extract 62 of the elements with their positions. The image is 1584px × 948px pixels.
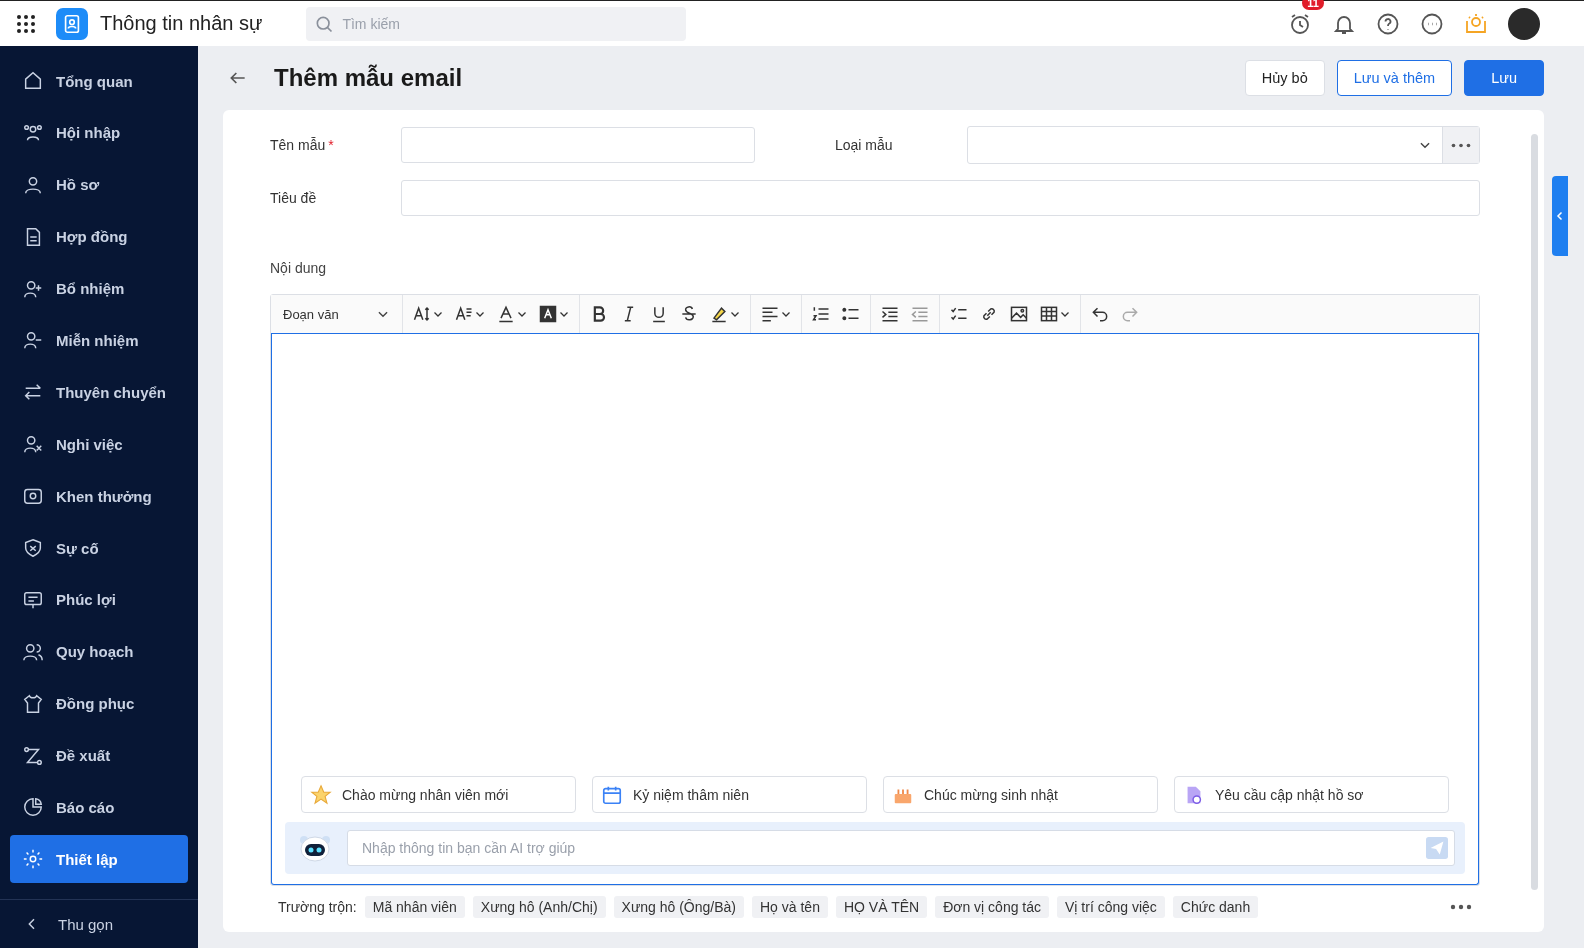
merge-field-chip[interactable]: Họ và tên: [752, 896, 828, 918]
template-name-input[interactable]: [401, 127, 755, 163]
pie-chart-icon: [22, 796, 44, 819]
merge-fields-label: Trường trộn:: [278, 899, 357, 915]
robot-mascot-icon: [299, 834, 331, 862]
search-field[interactable]: Tìm kiếm: [306, 6, 687, 41]
sidebar-item[interactable]: Hội nhập: [10, 108, 188, 157]
side-panel-toggle[interactable]: [1552, 176, 1568, 256]
home-icon: [22, 70, 44, 92]
merge-field-chip[interactable]: Vị trí công việc: [1057, 896, 1165, 918]
sidebar-item[interactable]: Báo cáo: [10, 783, 188, 832]
shirt-icon: [22, 692, 44, 715]
merge-field-chip[interactable]: Chức danh: [1172, 896, 1259, 918]
star-icon: [310, 783, 332, 806]
merge-field-chip[interactable]: Xưng hô (Ông/Bà): [613, 896, 744, 918]
more-icon[interactable]: [1451, 142, 1471, 148]
avatar[interactable]: [1508, 7, 1540, 40]
editor-area[interactable]: Chào mừng nhân viên mới Kỷ niệm thâm niên Chúc mừng sinh nhật Yêu cầu cập nhật hồ sơ Nhập thông tin bạn cần AI trợ giúp: [271, 334, 1479, 885]
app-title: Thông tin nhân sự: [100, 12, 263, 35]
suggestion-chip[interactable]: Chào mừng nhân viên mới: [301, 776, 576, 813]
merge-field-chip[interactable]: Đơn vị công tác: [935, 896, 1050, 918]
page-title: Thêm mẫu email: [274, 64, 464, 92]
sidebar-item[interactable]: Phúc lợi: [10, 575, 188, 624]
help-icon[interactable]: [1376, 11, 1400, 36]
scrollbar[interactable]: [1531, 134, 1538, 890]
app-grid-icon[interactable]: [16, 13, 36, 34]
sidebar-item[interactable]: Đồng phục: [10, 679, 188, 728]
shield-icon: [22, 537, 44, 559]
field-label: Nội dung: [270, 260, 328, 276]
sidebar-item[interactable]: Bổ nhiệm: [10, 264, 188, 313]
sidebar-item[interactable]: Tổng quan: [10, 57, 188, 105]
sidebar-item[interactable]: Quy hoạch: [10, 627, 188, 676]
merge-field-chip[interactable]: Xưng hô (Anh/Chị): [472, 896, 606, 918]
save-and-add-button[interactable]: Lưu và thêm: [1336, 60, 1453, 96]
sidebar-item[interactable]: Khen thưởng: [10, 472, 188, 521]
cancel-button[interactable]: Hủy bỏ: [1244, 60, 1325, 96]
suggestion-chip[interactable]: Chúc mừng sinh nhật: [883, 776, 1158, 813]
sidebar-item[interactable]: Thiết lập: [10, 835, 188, 884]
suggestion-chip[interactable]: Kỷ niệm thâm niên: [592, 776, 867, 813]
more-icon[interactable]: [1420, 11, 1444, 36]
settings-icon: [22, 848, 44, 871]
field-label: Loại mẫu: [835, 137, 894, 153]
sidebar-item[interactable]: Miễn nhiệm: [10, 316, 188, 365]
sidebar-item[interactable]: Hợp đồng: [10, 212, 188, 261]
merge-field-chip[interactable]: HỌ VÀ TÊN: [835, 896, 928, 918]
save-button[interactable]: Lưu: [1464, 60, 1544, 96]
ai-prompt-input[interactable]: Nhập thông tin bạn cần AI trợ giúp: [347, 830, 1455, 866]
subject-input[interactable]: [401, 180, 1480, 216]
paragraph-format-dropdown[interactable]: Đoạn văn: [271, 295, 403, 333]
suggestion-chip[interactable]: Yêu cầu cập nhật hồ sơ: [1174, 776, 1449, 813]
merge-field-chip[interactable]: Mã nhân viên: [364, 896, 465, 918]
more-icon[interactable]: [1450, 904, 1472, 910]
app-logo-icon: [56, 7, 88, 40]
sidebar-item[interactable]: Hồ sơ: [10, 160, 188, 209]
alarm-clock-icon[interactable]: [1288, 11, 1312, 36]
field-label: Tên mẫu *: [270, 137, 335, 153]
sidebar-item[interactable]: Sự cố: [10, 524, 188, 572]
sidebar-item[interactable]: Đề xuất: [10, 731, 188, 780]
sidebar-item[interactable]: Thuyên chuyển: [10, 368, 188, 417]
route-icon: [22, 744, 44, 767]
sidebar-item[interactable]: Nghỉ việc: [10, 420, 188, 469]
field-label: Tiêu đề: [270, 190, 318, 206]
